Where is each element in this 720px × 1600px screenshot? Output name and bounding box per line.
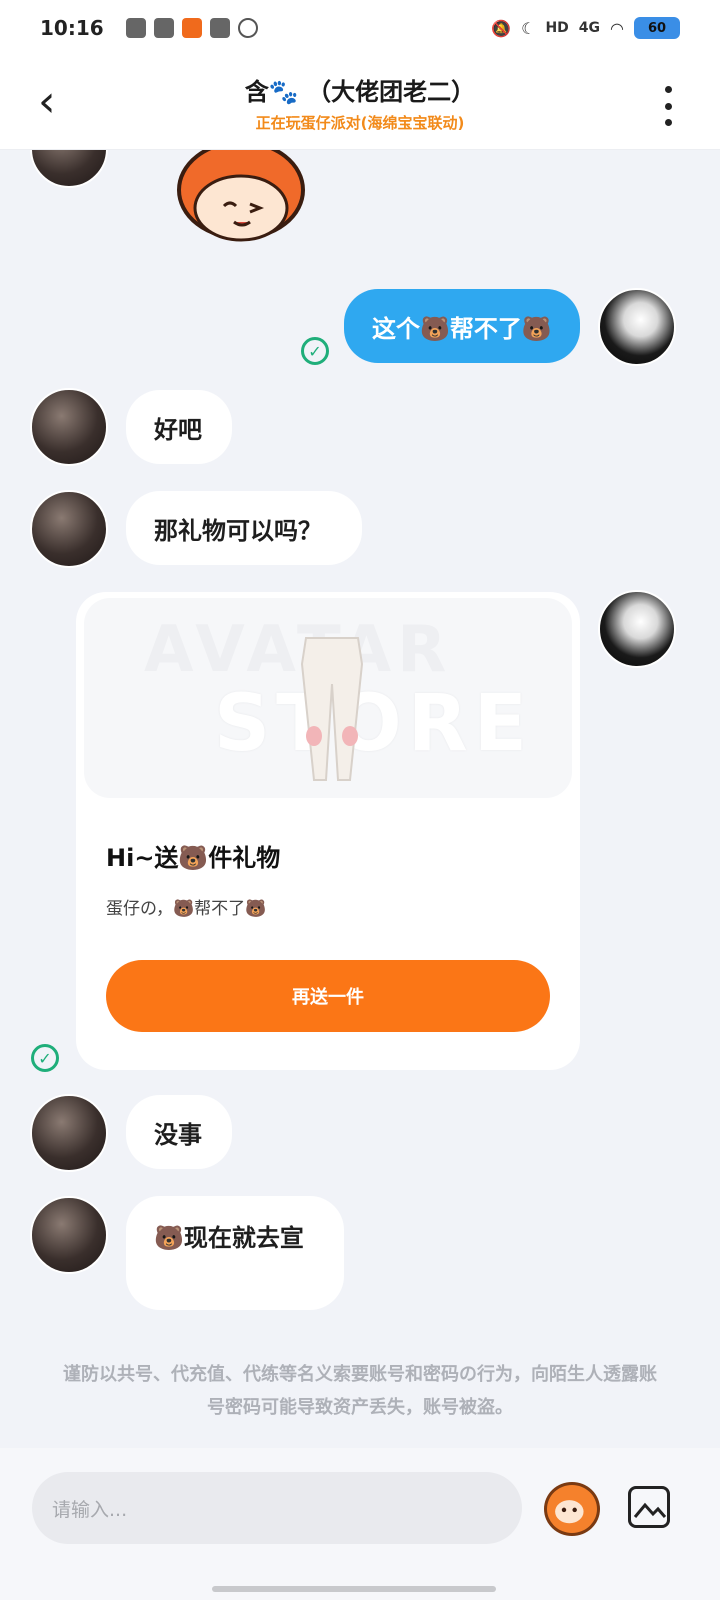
gift-description: 蛋仔の，🐻帮不了🐻 [106,899,267,919]
read-check-icon: ✓ [301,337,329,365]
security-disclaimer: 谨防以共号、代充值、代练等名义索要账号和密码の行为，向陌生人透露账号密码可能导致… [63,1364,657,1418]
my-avatar[interactable] [598,590,676,668]
home-indicator[interactable] [212,1586,496,1592]
gift-card[interactable]: AVATAR STORE Hi~送🐻件礼物 蛋仔の，🐻帮不了🐻 再送一件 [76,592,580,1070]
message-text: 好吧 [154,415,202,444]
send-again-button[interactable]: 再送一件 [106,960,550,1032]
contact-avatar[interactable] [30,150,108,188]
more-dot [664,102,672,110]
message-bubble-theirs[interactable]: 好吧 [126,390,232,464]
mail-icon [209,18,230,38]
moon-icon: ☾ [521,18,536,38]
read-check-icon: ✓ [31,1044,59,1072]
more-vertical-icon [664,86,672,93]
message-bubble-theirs[interactable]: 🐻现在就去宣 [126,1196,344,1310]
contact-avatar[interactable] [30,490,108,568]
contact-avatar[interactable] [30,1196,108,1274]
network-label: 4G [578,20,601,36]
message-bubble-theirs[interactable]: 那礼物可以吗？ [126,491,362,565]
status-bar: 10:16 🔕 ☾ HD 4G ◠ 60 [0,0,720,56]
message-text: 这个🐻帮不了🐻 [372,314,552,343]
wifi-icon: ◠ [610,18,624,38]
message-bubble-theirs[interactable]: 没事 [126,1095,232,1169]
message-bubble-mine[interactable]: 这个🐻帮不了🐻 [344,289,580,363]
play-icon [237,18,258,38]
image-button[interactable] [628,1486,670,1528]
sticker-button[interactable] [544,1482,600,1536]
status-time: 10:16 [40,16,104,40]
mute-icon: 🔕 [491,18,512,38]
more-button[interactable] [658,86,678,126]
gallery-icon [125,18,146,38]
status-indicators: 🔕 ☾ HD 4G ◠ 60 [491,17,680,39]
more-dot [664,119,672,126]
app-icon [181,18,202,38]
input-bar: 请输入... [0,1448,720,1600]
leggings-image [300,637,364,781]
message-text: 没事 [154,1120,202,1149]
message-text: 🐻现在就去宣 [154,1224,304,1252]
contact-avatar[interactable] [30,1094,108,1172]
contact-avatar[interactable] [30,388,108,466]
chat-status: 正在玩蛋仔派对(海绵宝宝联动) [255,114,465,132]
message-input[interactable]: 请输入... [32,1472,522,1544]
gift-watermark: STORE [214,679,534,769]
battery-indicator: 60 [634,17,680,39]
sticker-image [177,150,305,242]
status-app-icons [125,18,258,38]
wechat-icon [153,18,174,38]
chat-title: 含🐾 （大佬团老二） [244,78,476,106]
chat-area[interactable]: 这个🐻帮不了🐻 ✓ 好吧 那礼物可以吗？ AVATAR STORE Hi~送🐻件… [0,150,720,1470]
message-text: 那礼物可以吗？ [154,516,322,545]
hd-badge: HD [545,20,569,36]
chat-header: ‹ 含🐾 （大佬团老二） 正在玩蛋仔派对(海绵宝宝联动) [0,56,720,150]
my-avatar[interactable] [598,288,676,366]
gift-image: AVATAR STORE [84,598,572,798]
image-icon [633,1502,667,1518]
gift-title: Hi~送🐻件礼物 [106,844,281,872]
mascot-icon [555,1500,584,1524]
